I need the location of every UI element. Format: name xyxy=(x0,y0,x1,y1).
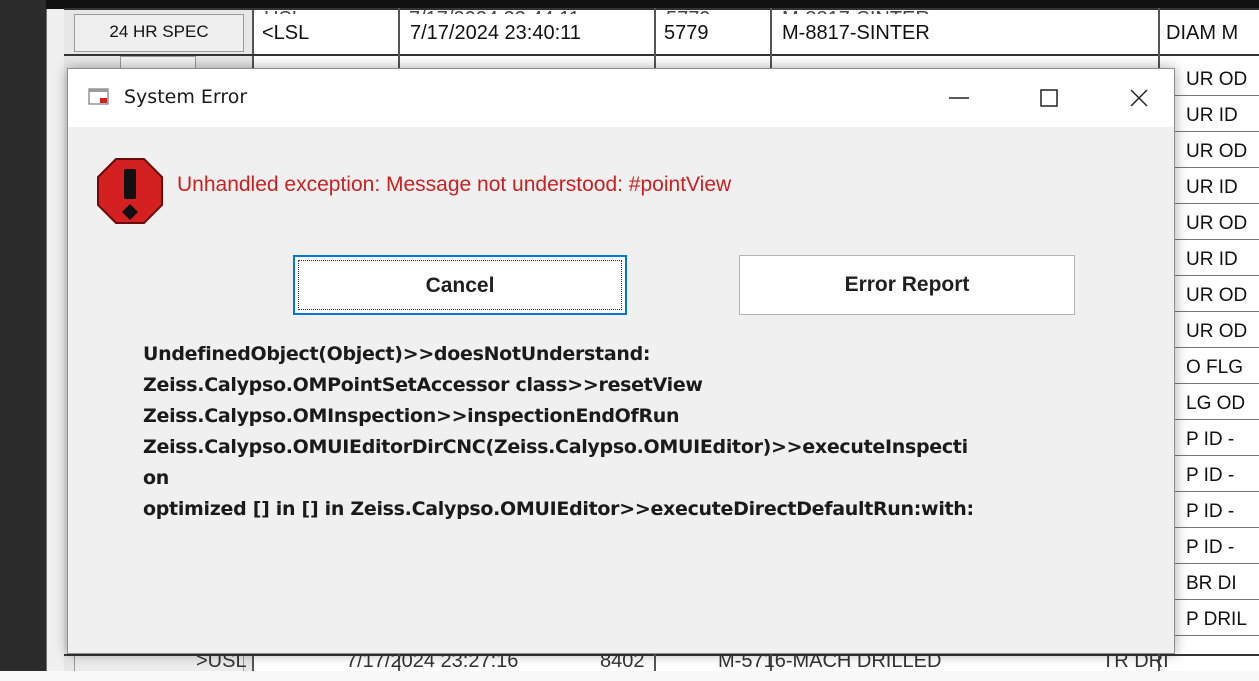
stack-trace-line: Zeiss.Calypso.OMInspection>>inspectionEn… xyxy=(143,405,680,427)
minimize-icon xyxy=(949,97,969,99)
partial-bottom-row: >USL 7/17/2024 23:27:16 8402 M-5716-MACH… xyxy=(188,656,1195,672)
characteristic-list-item: P DRIL xyxy=(1164,604,1259,636)
spec-24hr-button[interactable]: 24 HR SPEC xyxy=(74,14,244,52)
row-characteristic: DIAM M xyxy=(1166,22,1239,44)
stack-trace-line: UndefinedObject(Object)>>doesNotUndersta… xyxy=(143,343,651,365)
bottom-row-number: 8402 xyxy=(600,656,645,672)
partial-row-number: 5779 xyxy=(666,8,711,14)
characteristic-list-item: UR OD xyxy=(1164,316,1259,348)
stack-trace: UndefinedObject(Object)>>doesNotUndersta… xyxy=(143,339,1163,525)
window-app-icon xyxy=(88,88,109,105)
characteristic-list: UR OD UR ID UR OD UR ID UR OD UR ID UR OD UR OD… xyxy=(1164,64,1259,664)
characteristic-list-item: O FLG xyxy=(1164,352,1259,384)
row-datetime: 7/17/2024 23:40:11 xyxy=(410,22,581,44)
characteristic-list-item: P ID - xyxy=(1164,460,1259,492)
cancel-button[interactable]: Cancel xyxy=(293,255,627,315)
grid-line xyxy=(64,8,1259,10)
stack-trace-line: Zeiss.Calypso.OMPointSetAccessor class>>… xyxy=(143,374,703,396)
characteristic-list-item: UR OD xyxy=(1164,280,1259,312)
row-type: <LSL xyxy=(262,22,310,44)
stack-trace-line: Zeiss.Calypso.OMUIEditorDirCNC(Zeiss.Cal… xyxy=(143,436,968,458)
minimize-button[interactable] xyxy=(924,69,994,127)
stop-sign-exclamation-icon xyxy=(97,158,163,224)
left-scroll-margin xyxy=(46,0,65,681)
characteristic-list-item: P ID - xyxy=(1164,532,1259,564)
partial-row-part: M-8817-SINTER xyxy=(782,8,930,14)
left-frame xyxy=(0,0,46,681)
maximize-icon xyxy=(1040,89,1058,107)
maximize-button[interactable] xyxy=(1014,69,1084,127)
stack-trace-line: on xyxy=(143,467,169,489)
characteristic-list-item: P ID - xyxy=(1164,496,1259,528)
bottom-row-part: M-5716-MACH DRILLED xyxy=(718,656,942,672)
characteristic-list-item: UR OD xyxy=(1164,64,1259,96)
characteristic-list-item: UR ID xyxy=(1164,100,1259,132)
close-icon xyxy=(1130,89,1148,107)
error-report-button-label: Error Report xyxy=(844,273,970,296)
bottom-frame xyxy=(0,671,1259,681)
characteristic-list-item: P ID - xyxy=(1164,424,1259,456)
focus-rectangle xyxy=(298,260,622,310)
characteristic-list-item: LG OD xyxy=(1164,388,1259,420)
stack-trace-line: optimized [] in [] in Zeiss.Calypso.OMUI… xyxy=(143,498,974,520)
characteristic-list-item: BR DI xyxy=(1164,568,1259,600)
bottom-row-characteristic: TR DRI xyxy=(1102,656,1169,672)
dialog-titlebar[interactable]: System Error xyxy=(68,69,1174,127)
row-number: 5779 xyxy=(664,22,709,44)
characteristic-list-item: UR OD xyxy=(1164,208,1259,240)
characteristic-list-item: UR ID xyxy=(1164,172,1259,204)
system-error-dialog: System Error Unhandled exception: Messag… xyxy=(67,68,1175,654)
error-report-button[interactable]: Error Report xyxy=(739,255,1075,315)
partial-row-datetime: 7/17/2024 23:44:11 xyxy=(409,8,580,14)
close-button[interactable] xyxy=(1104,69,1174,127)
characteristic-list-item: UR OD xyxy=(1164,136,1259,168)
grid-line xyxy=(64,54,1259,56)
bottom-row-datetime: 7/17/2024 23:27:16 xyxy=(346,656,519,672)
partial-row-type: USL xyxy=(264,8,303,14)
characteristic-list-item: UR ID xyxy=(1164,244,1259,276)
row-part: M-8817-SINTER xyxy=(782,22,930,44)
bottom-row-type: >USL xyxy=(196,656,247,672)
error-message: Unhandled exception: Message not underst… xyxy=(177,173,732,196)
dialog-title: System Error xyxy=(124,86,248,108)
